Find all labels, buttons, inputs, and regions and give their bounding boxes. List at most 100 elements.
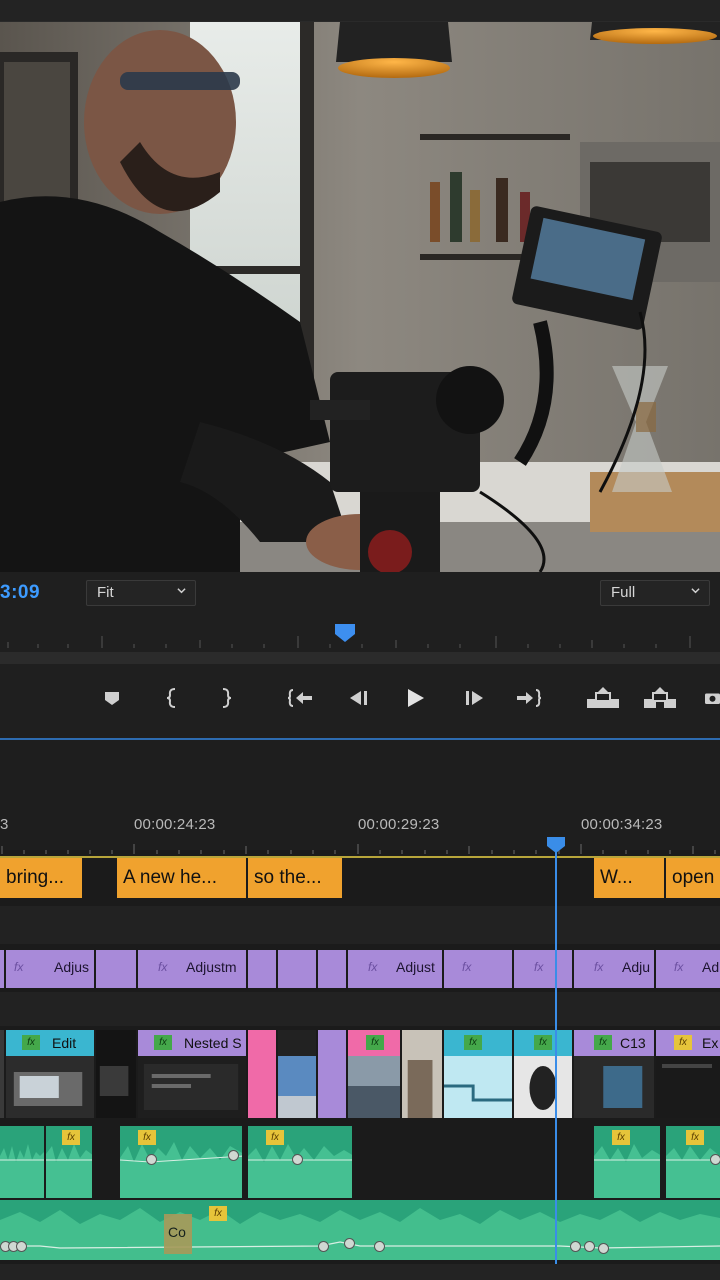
lift-icon[interactable] <box>586 685 620 711</box>
clip-label: Co <box>168 1224 186 1240</box>
clip-label: Nested S <box>184 1035 242 1051</box>
clip-label: Ad <box>702 959 720 975</box>
keyframe[interactable] <box>374 1241 385 1252</box>
timeline-playhead-line[interactable] <box>555 844 557 1264</box>
mark-out-icon[interactable] <box>212 685 240 711</box>
fx-badge: fx <box>22 1035 40 1050</box>
adjustment-clip[interactable] <box>96 950 138 988</box>
video-clip[interactable] <box>402 1030 444 1118</box>
go-to-in-icon[interactable] <box>287 685 315 711</box>
fx-badge: fx <box>612 1130 630 1145</box>
video-clip[interactable]: fx <box>444 1030 514 1118</box>
panel-header <box>0 0 720 22</box>
go-to-out-icon[interactable] <box>515 685 543 711</box>
transition-clip[interactable]: Co <box>164 1214 192 1254</box>
video-clip[interactable] <box>248 1030 278 1118</box>
audio-waveform <box>0 1144 44 1198</box>
keyframe[interactable] <box>584 1241 595 1252</box>
program-monitor[interactable] <box>0 22 720 572</box>
adjustment-clip[interactable]: fx Adju <box>574 950 656 988</box>
step-forward-icon[interactable] <box>461 685 489 711</box>
clip-thumbnail <box>348 1056 400 1118</box>
caption-clip[interactable]: so the... <box>248 858 344 898</box>
adjustment-clip[interactable] <box>248 950 278 988</box>
fx-badge: fx <box>266 1130 284 1145</box>
clip-thumbnail <box>278 1056 316 1118</box>
audio-clip[interactable]: fx <box>594 1126 662 1198</box>
timeline-ruler[interactable]: 3 00:00:24:23 00:00:29:23 00:00:34:23 <box>0 740 720 850</box>
keyframe[interactable] <box>710 1154 720 1165</box>
video-clip[interactable] <box>96 1030 138 1118</box>
keyframe[interactable] <box>344 1238 355 1249</box>
adjustment-track: fx Adjus fx Adjustm fx Adjust fx fx fx Adju … <box>0 948 720 990</box>
monitor-time-ruler[interactable] <box>0 622 720 654</box>
adjustment-clip[interactable]: fx Ad <box>656 950 720 988</box>
adjustment-clip[interactable] <box>278 950 318 988</box>
fx-badge: fx <box>534 960 544 974</box>
adjustment-clip[interactable]: fx <box>444 950 514 988</box>
audio-clip[interactable] <box>0 1126 46 1198</box>
adjustment-clip[interactable]: fx Adjustm <box>138 950 248 988</box>
audio-clip[interactable]: fx <box>120 1126 244 1198</box>
video-clip[interactable] <box>318 1030 348 1118</box>
caption-clip[interactable]: A new he... <box>117 858 248 898</box>
ruler-ticks <box>1 844 716 854</box>
video-clip[interactable]: fx Edit <box>6 1030 96 1118</box>
keyframe[interactable] <box>570 1241 581 1252</box>
adjustment-clip[interactable]: fx Adjust <box>348 950 444 988</box>
keyframe[interactable] <box>292 1154 303 1165</box>
playhead-timecode[interactable]: 3:09 <box>0 582 40 604</box>
zoom-level-select[interactable]: Fit <box>86 580 196 606</box>
video-clip[interactable]: fx <box>514 1030 574 1118</box>
fx-badge: fx <box>594 960 604 974</box>
audio-clip[interactable]: fx <box>248 1126 354 1198</box>
keyframe[interactable] <box>16 1241 27 1252</box>
extract-icon[interactable] <box>643 685 677 711</box>
keyframe[interactable] <box>228 1150 239 1161</box>
timeline-playhead[interactable] <box>546 836 566 854</box>
fx-badge: fx <box>368 960 378 974</box>
fx-badge: fx <box>62 1130 80 1145</box>
caption-clip[interactable]: W... <box>594 858 666 898</box>
mark-in-icon[interactable] <box>158 685 186 711</box>
adjustment-clip[interactable] <box>318 950 348 988</box>
fx-badge: fx <box>674 1035 692 1050</box>
clip-thumbnail <box>138 1056 246 1118</box>
audio-clip[interactable]: fx <box>666 1126 720 1198</box>
audio-waveform <box>0 1208 720 1260</box>
empty-track <box>0 992 720 1026</box>
caption-clip[interactable]: open <box>666 858 720 898</box>
video-track: fx Edit fx Nested S fx fx fx fx C13 fx E… <box>0 1028 720 1120</box>
caption-clip[interactable]: bring... <box>0 858 84 898</box>
keyframe[interactable] <box>598 1243 609 1254</box>
add-marker-icon[interactable] <box>98 685 126 711</box>
step-back-icon[interactable] <box>344 685 372 711</box>
video-clip[interactable]: fx Ex <box>656 1030 720 1118</box>
monitor-playhead[interactable] <box>335 624 355 642</box>
clip-label: Edit <box>52 1035 77 1051</box>
play-icon[interactable] <box>401 685 429 711</box>
export-frame-icon[interactable] <box>702 685 720 711</box>
clip-label: Ex <box>702 1035 719 1051</box>
keyframe[interactable] <box>318 1241 329 1252</box>
keyframe[interactable] <box>146 1154 157 1165</box>
monitor-scroll-bar[interactable] <box>0 652 720 664</box>
clip-label: Adjus <box>54 959 90 975</box>
audio-clip[interactable]: fx <box>46 1126 94 1198</box>
clip-thumbnail <box>444 1056 512 1118</box>
clip-label: Adjust <box>396 959 435 975</box>
clip-thumbnail <box>96 1030 136 1118</box>
adjustment-clip[interactable]: fx Adjus <box>6 950 96 988</box>
video-clip[interactable]: fx C13 <box>574 1030 656 1118</box>
ruler-label: 00:00:29:23 <box>358 816 440 833</box>
playback-resolution-select[interactable]: Full <box>600 580 710 606</box>
work-area-bar[interactable] <box>0 856 720 858</box>
video-clip[interactable]: fx Nested S <box>138 1030 248 1118</box>
video-clip[interactable] <box>278 1030 318 1118</box>
fx-badge: fx <box>14 960 24 974</box>
adjustment-clip[interactable]: fx <box>514 950 574 988</box>
timeline-scroll-bar[interactable] <box>0 1264 720 1280</box>
video-clip[interactable]: fx <box>348 1030 402 1118</box>
audio-clip[interactable]: Co fx <box>0 1200 720 1260</box>
fx-badge: fx <box>594 1035 612 1050</box>
